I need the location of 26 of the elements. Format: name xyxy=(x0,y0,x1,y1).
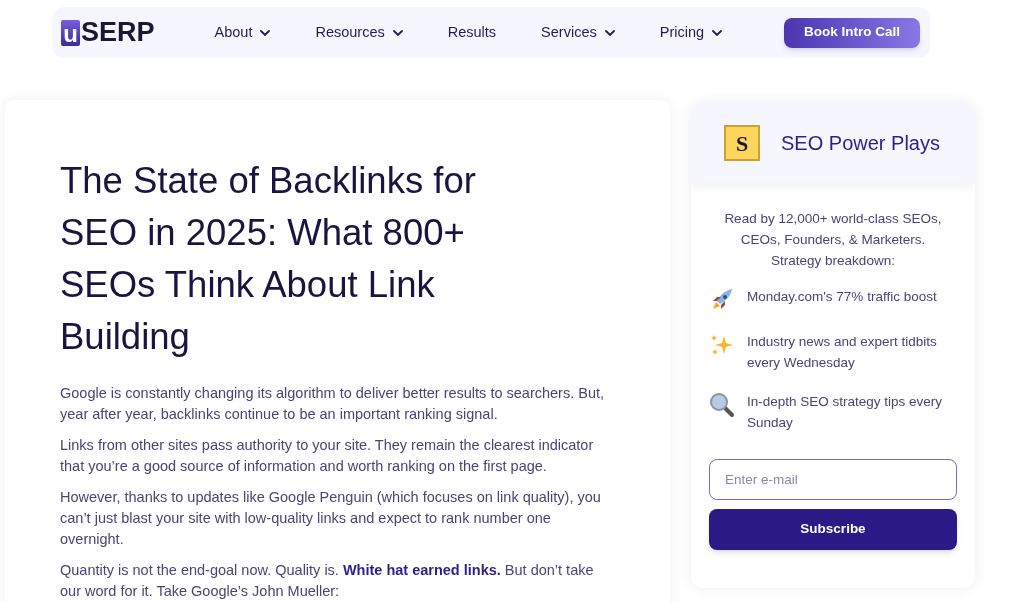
chevron-down-icon xyxy=(260,29,271,36)
logo[interactable]: u SERP xyxy=(61,19,155,46)
article-paragraph: Links from other sites pass authority to your site. They remain the clearest indicator that you’re a good source of information and worth ranking on the first page. xyxy=(60,436,595,476)
chevron-down-icon xyxy=(392,29,403,36)
article-paragraph: Quantity is not the end-goal now. Quality is. White hat earned links. But don’t take our word for it. Take Google’s John Mueller: xyxy=(60,561,595,601)
perk-text: Monday.com's 77% traffic boost xyxy=(747,288,938,306)
newsletter-intro: Read by 12,000+ world-class SEOs, CEOs, Founders, & Marketers. Strategy breakdown: xyxy=(723,210,943,270)
perk-text: Industry news and expert tidbits every Wednesday xyxy=(747,333,938,372)
nav-link[interactable]: About xyxy=(214,21,271,44)
article-link[interactable]: White hat earned links. xyxy=(342,562,501,578)
chevron-down-icon xyxy=(604,29,615,36)
article-title: The State of Backlinks for SEO in 2025: What 800+ SEOs Think About Link Building xyxy=(60,159,477,359)
subscribe-button[interactable]: Subscribe xyxy=(709,509,957,550)
article-paragraph: However, thanks to updates like Google Penguin (which focuses on link quality), you can’t just blast your site with low-quality links and expect to rank number one overnight. xyxy=(60,488,602,549)
magnifier-icon xyxy=(709,392,735,418)
email-field[interactable]: Enter e-mail xyxy=(709,459,957,500)
perk-text: In-depth SEO strategy tips every Sunday xyxy=(747,393,944,432)
nav-link[interactable]: Pricing xyxy=(659,21,723,44)
nav-link[interactable]: Results xyxy=(447,21,497,44)
nav-link[interactable]: Resources xyxy=(315,21,403,44)
nav-link[interactable]: Services xyxy=(541,21,615,44)
article-paragraph: Google is constantly changing its algorithm to deliver better results to searchers. But, year after year, backlinks continue to be an important ranking signal. xyxy=(60,384,605,424)
newsletter-title: SEO Power Plays xyxy=(781,131,940,156)
book-call-button[interactable]: Book Intro Call xyxy=(784,17,920,48)
newsletter-badge: S xyxy=(724,125,760,161)
chevron-down-icon xyxy=(712,29,723,36)
